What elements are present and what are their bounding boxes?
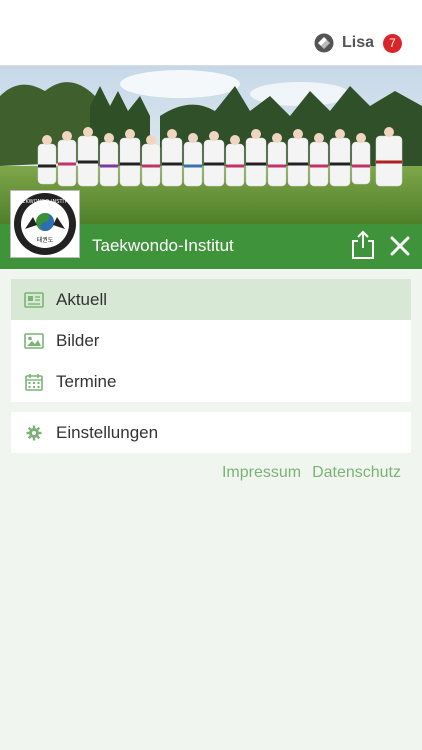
share-icon[interactable] [350, 230, 376, 260]
newspaper-icon [24, 290, 44, 310]
image-icon [24, 331, 44, 351]
footer-links: Impressum Datenschutz [222, 464, 401, 482]
menu-item-aktuell[interactable]: Aktuell [11, 279, 411, 320]
club-logo-text: TAEKWONDO-INSTITUT [15, 199, 74, 205]
notification-badge[interactable]: 7 [383, 33, 402, 53]
impressum-link[interactable]: Impressum [222, 464, 301, 482]
menu-item-label: Termine [56, 371, 117, 391]
calendar-icon [24, 372, 44, 392]
club-logo: 태권도 TAEKWONDO-INSTITUT [10, 190, 80, 258]
main-menu: Aktuell Bilder Termine [11, 279, 411, 402]
menu-item-bilder[interactable]: Bilder [11, 320, 411, 361]
user-name: Lisa [341, 34, 374, 51]
gear-icon [24, 423, 44, 443]
club-logo-korean-text: 태권도 [37, 236, 54, 244]
settings-menu: Einstellungen [11, 412, 411, 453]
datenschutz-link[interactable]: Datenschutz [312, 464, 401, 482]
club-logo-emblem: 태권도 TAEKWONDO-INSTITUT [14, 193, 76, 255]
menu-item-label: Bilder [56, 330, 100, 350]
top-bar: Lisa 7 [0, 0, 422, 66]
menu-item-termine[interactable]: Termine [11, 361, 411, 402]
menu-item-label: Aktuell [56, 289, 108, 309]
menu-item-label: Einstellungen [56, 422, 159, 442]
user-profile[interactable]: Lisa 7 [314, 33, 402, 53]
app-logo-icon [314, 33, 334, 53]
menu-item-einstellungen[interactable]: Einstellungen [11, 412, 411, 453]
close-icon[interactable] [386, 232, 414, 260]
club-name: Taekwondo-Institut [92, 236, 234, 255]
